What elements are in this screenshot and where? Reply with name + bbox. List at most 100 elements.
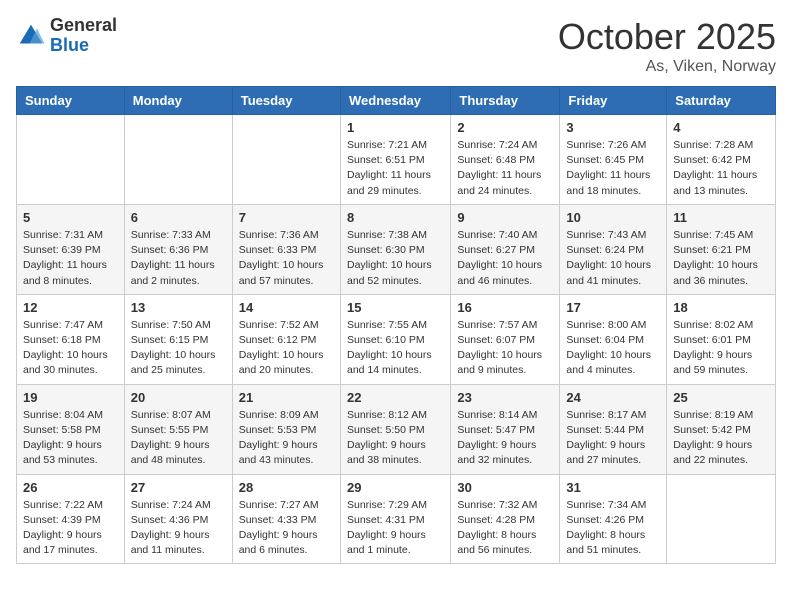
day-number: 5 <box>23 210 118 225</box>
month-title: October 2025 <box>558 16 776 58</box>
calendar-cell: 11 Sunrise: 7:45 AM Sunset: 6:21 PM Dayli… <box>667 204 776 294</box>
calendar-cell: 24 Sunrise: 8:17 AM Sunset: 5:44 PM Dayli… <box>560 384 667 474</box>
day-info: Sunrise: 7:47 AM Sunset: 6:18 PM Dayligh… <box>23 318 118 379</box>
calendar-cell <box>124 115 232 205</box>
day-info: Sunrise: 8:19 AM Sunset: 5:42 PM Dayligh… <box>673 408 769 469</box>
calendar-cell: 20 Sunrise: 8:07 AM Sunset: 5:55 PM Dayli… <box>124 384 232 474</box>
day-number: 7 <box>239 210 334 225</box>
day-info: Sunrise: 7:24 AM Sunset: 6:48 PM Dayligh… <box>457 138 553 199</box>
calendar-week-1: 1 Sunrise: 7:21 AM Sunset: 6:51 PM Daylig… <box>17 115 776 205</box>
calendar-cell: 12Sunrise: 7:47 AM Sunset: 6:18 PM Dayli… <box>17 294 125 384</box>
logo-icon <box>16 21 46 51</box>
day-number: 25 <box>673 390 769 405</box>
day-info: Sunrise: 7:26 AM Sunset: 6:45 PM Dayligh… <box>566 138 660 199</box>
day-number: 1 <box>347 120 444 135</box>
header-friday: Friday <box>560 87 667 115</box>
day-info: Sunrise: 7:45 AM Sunset: 6:21 PM Dayligh… <box>673 228 769 289</box>
day-info: Sunrise: 7:57 AM Sunset: 6:07 PM Dayligh… <box>457 318 553 379</box>
day-info: Sunrise: 7:22 AM Sunset: 4:39 PM Dayligh… <box>23 498 118 559</box>
day-info: Sunrise: 7:21 AM Sunset: 6:51 PM Dayligh… <box>347 138 444 199</box>
day-info: Sunrise: 7:50 AM Sunset: 6:15 PM Dayligh… <box>131 318 226 379</box>
day-info: Sunrise: 7:55 AM Sunset: 6:10 PM Dayligh… <box>347 318 444 379</box>
calendar-cell: 29 Sunrise: 7:29 AM Sunset: 4:31 PM Dayli… <box>340 474 450 564</box>
day-info: Sunrise: 8:02 AM Sunset: 6:01 PM Dayligh… <box>673 318 769 379</box>
day-number: 14 <box>239 300 334 315</box>
header-saturday: Saturday <box>667 87 776 115</box>
day-number: 9 <box>457 210 553 225</box>
day-info: Sunrise: 7:33 AM Sunset: 6:36 PM Dayligh… <box>131 228 226 289</box>
day-number: 18 <box>673 300 769 315</box>
calendar-cell: 13Sunrise: 7:50 AM Sunset: 6:15 PM Dayli… <box>124 294 232 384</box>
calendar-cell: 30 Sunrise: 7:32 AM Sunset: 4:28 PM Dayli… <box>451 474 560 564</box>
day-number: 31 <box>566 480 660 495</box>
day-info: Sunrise: 8:00 AM Sunset: 6:04 PM Dayligh… <box>566 318 660 379</box>
calendar-week-2: 5 Sunrise: 7:31 AM Sunset: 6:39 PM Daylig… <box>17 204 776 294</box>
page-container: General Blue October 2025 As, Viken, Nor… <box>0 0 792 580</box>
day-number: 11 <box>673 210 769 225</box>
day-info: Sunrise: 7:38 AM Sunset: 6:30 PM Dayligh… <box>347 228 444 289</box>
day-info: Sunrise: 8:09 AM Sunset: 5:53 PM Dayligh… <box>239 408 334 469</box>
header-wednesday: Wednesday <box>340 87 450 115</box>
calendar-cell: 7 Sunrise: 7:36 AM Sunset: 6:33 PM Daylig… <box>232 204 340 294</box>
calendar: Sunday Monday Tuesday Wednesday Thursday… <box>16 86 776 564</box>
title-section: October 2025 As, Viken, Norway <box>558 16 776 76</box>
day-info: Sunrise: 7:34 AM Sunset: 4:26 PM Dayligh… <box>566 498 660 559</box>
day-info: Sunrise: 7:24 AM Sunset: 4:36 PM Dayligh… <box>131 498 226 559</box>
logo-text: General Blue <box>50 16 117 56</box>
day-info: Sunrise: 7:52 AM Sunset: 6:12 PM Dayligh… <box>239 318 334 379</box>
day-number: 20 <box>131 390 226 405</box>
logo: General Blue <box>16 16 117 56</box>
calendar-cell: 14 Sunrise: 7:52 AM Sunset: 6:12 PM Dayli… <box>232 294 340 384</box>
day-info: Sunrise: 8:07 AM Sunset: 5:55 PM Dayligh… <box>131 408 226 469</box>
day-number: 23 <box>457 390 553 405</box>
day-number: 6 <box>131 210 226 225</box>
day-info: Sunrise: 8:17 AM Sunset: 5:44 PM Dayligh… <box>566 408 660 469</box>
day-number: 16 <box>457 300 553 315</box>
day-number: 3 <box>566 120 660 135</box>
calendar-week-4: 19 Sunrise: 8:04 AM Sunset: 5:58 PM Dayli… <box>17 384 776 474</box>
day-number: 30 <box>457 480 553 495</box>
day-info: Sunrise: 7:27 AM Sunset: 4:33 PM Dayligh… <box>239 498 334 559</box>
day-number: 4 <box>673 120 769 135</box>
calendar-week-3: 12Sunrise: 7:47 AM Sunset: 6:18 PM Dayli… <box>17 294 776 384</box>
calendar-cell: 1 Sunrise: 7:21 AM Sunset: 6:51 PM Daylig… <box>340 115 450 205</box>
day-info: Sunrise: 7:43 AM Sunset: 6:24 PM Dayligh… <box>566 228 660 289</box>
calendar-cell: 15Sunrise: 7:55 AM Sunset: 6:10 PM Dayli… <box>340 294 450 384</box>
calendar-cell: 5 Sunrise: 7:31 AM Sunset: 6:39 PM Daylig… <box>17 204 125 294</box>
day-number: 2 <box>457 120 553 135</box>
day-info: Sunrise: 8:14 AM Sunset: 5:47 PM Dayligh… <box>457 408 553 469</box>
calendar-cell: 21Sunrise: 8:09 AM Sunset: 5:53 PM Dayli… <box>232 384 340 474</box>
calendar-cell: 2 Sunrise: 7:24 AM Sunset: 6:48 PM Daylig… <box>451 115 560 205</box>
calendar-cell: 4 Sunrise: 7:28 AM Sunset: 6:42 PM Daylig… <box>667 115 776 205</box>
calendar-cell <box>667 474 776 564</box>
calendar-cell: 8 Sunrise: 7:38 AM Sunset: 6:30 PM Daylig… <box>340 204 450 294</box>
location-title: As, Viken, Norway <box>558 58 776 76</box>
day-info: Sunrise: 7:31 AM Sunset: 6:39 PM Dayligh… <box>23 228 118 289</box>
day-number: 28 <box>239 480 334 495</box>
calendar-cell: 31 Sunrise: 7:34 AM Sunset: 4:26 PM Dayli… <box>560 474 667 564</box>
day-number: 29 <box>347 480 444 495</box>
day-info: Sunrise: 8:04 AM Sunset: 5:58 PM Dayligh… <box>23 408 118 469</box>
day-info: Sunrise: 7:40 AM Sunset: 6:27 PM Dayligh… <box>457 228 553 289</box>
calendar-cell: 18 Sunrise: 8:02 AM Sunset: 6:01 PM Dayli… <box>667 294 776 384</box>
calendar-week-5: 26Sunrise: 7:22 AM Sunset: 4:39 PM Dayli… <box>17 474 776 564</box>
header-sunday: Sunday <box>17 87 125 115</box>
calendar-cell: 26Sunrise: 7:22 AM Sunset: 4:39 PM Dayli… <box>17 474 125 564</box>
calendar-cell: 10Sunrise: 7:43 AM Sunset: 6:24 PM Dayli… <box>560 204 667 294</box>
day-info: Sunrise: 7:36 AM Sunset: 6:33 PM Dayligh… <box>239 228 334 289</box>
calendar-cell: 3 Sunrise: 7:26 AM Sunset: 6:45 PM Daylig… <box>560 115 667 205</box>
day-number: 8 <box>347 210 444 225</box>
calendar-cell: 25 Sunrise: 8:19 AM Sunset: 5:42 PM Dayli… <box>667 384 776 474</box>
day-info: Sunrise: 7:28 AM Sunset: 6:42 PM Dayligh… <box>673 138 769 199</box>
day-info: Sunrise: 7:32 AM Sunset: 4:28 PM Dayligh… <box>457 498 553 559</box>
day-number: 27 <box>131 480 226 495</box>
calendar-cell: 19 Sunrise: 8:04 AM Sunset: 5:58 PM Dayli… <box>17 384 125 474</box>
calendar-cell: 6 Sunrise: 7:33 AM Sunset: 6:36 PM Daylig… <box>124 204 232 294</box>
day-number: 19 <box>23 390 118 405</box>
day-number: 22 <box>347 390 444 405</box>
calendar-cell: 16 Sunrise: 7:57 AM Sunset: 6:07 PM Dayli… <box>451 294 560 384</box>
calendar-cell: 17Sunrise: 8:00 AM Sunset: 6:04 PM Dayli… <box>560 294 667 384</box>
header-monday: Monday <box>124 87 232 115</box>
day-number: 24 <box>566 390 660 405</box>
day-info: Sunrise: 7:29 AM Sunset: 4:31 PM Dayligh… <box>347 498 444 559</box>
